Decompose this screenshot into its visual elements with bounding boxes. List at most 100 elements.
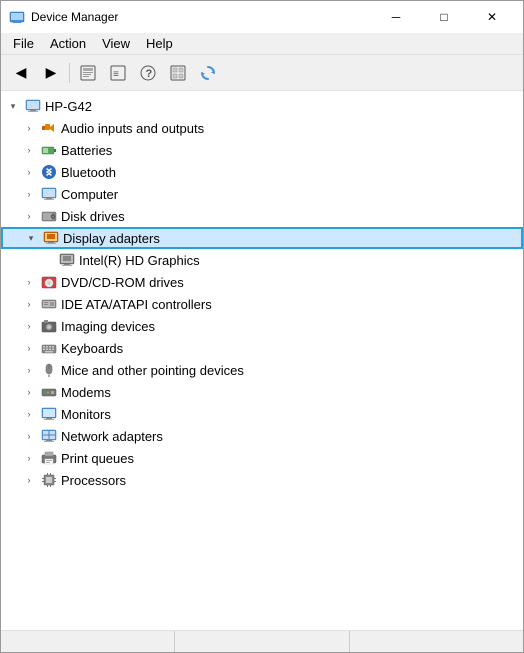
- processors-icon: [41, 472, 57, 488]
- network-icon: [41, 428, 57, 444]
- status-section-1: [1, 631, 175, 652]
- title-bar: Device Manager ─ □ ✕: [1, 1, 523, 33]
- monitors-icon: [41, 406, 57, 422]
- audio-icon: [41, 120, 57, 136]
- root-expander[interactable]: ▾: [5, 98, 21, 114]
- tree-item-imaging[interactable]: › Imaging devices: [1, 315, 523, 337]
- update-icon: ≡: [110, 65, 126, 81]
- processors-expander[interactable]: ›: [21, 472, 37, 488]
- intel-icon: [59, 252, 75, 268]
- tree-item-ide[interactable]: › IDE ATA/ATAPI controllers: [1, 293, 523, 315]
- svg-text:?: ?: [146, 68, 153, 80]
- print-expander[interactable]: ›: [21, 450, 37, 466]
- computer-icon: [25, 98, 41, 114]
- tree-item-bluetooth[interactable]: › Bluetooth: [1, 161, 523, 183]
- imaging-icon: [41, 318, 57, 334]
- maximize-button[interactable]: □: [421, 1, 467, 33]
- menu-bar: File Action View Help: [1, 33, 523, 55]
- disk-icon: [41, 208, 57, 224]
- dvd-label: DVD/CD-ROM drives: [61, 275, 184, 290]
- display-expander[interactable]: ▾: [23, 230, 39, 246]
- window-title: Device Manager: [31, 10, 373, 24]
- bluetooth-label: Bluetooth: [61, 165, 116, 180]
- imaging-expander[interactable]: ›: [21, 318, 37, 334]
- status-section-3: [350, 631, 523, 652]
- keyboards-icon: [41, 340, 57, 356]
- intel-label: Intel(R) HD Graphics: [79, 253, 200, 268]
- tree-root[interactable]: ▾ HP-G42: [1, 95, 523, 117]
- monitors-expander[interactable]: ›: [21, 406, 37, 422]
- disk-label: Disk drives: [61, 209, 125, 224]
- mice-icon: [41, 362, 57, 378]
- properties-icon: [80, 65, 96, 81]
- display-label: Display adapters: [63, 231, 160, 246]
- menu-help[interactable]: Help: [138, 34, 181, 53]
- tree-item-network[interactable]: › Network adapters: [1, 425, 523, 447]
- tree-item-disk[interactable]: › Disk drives: [1, 205, 523, 227]
- tree-item-modems[interactable]: › Modems: [1, 381, 523, 403]
- audio-label: Audio inputs and outputs: [61, 121, 204, 136]
- keyboards-expander[interactable]: ›: [21, 340, 37, 356]
- help-icon: ?: [140, 65, 156, 81]
- refresh-icon: [200, 65, 216, 81]
- menu-view[interactable]: View: [94, 34, 138, 53]
- close-button[interactable]: ✕: [469, 1, 515, 33]
- toolbar: ◀ ▶ ≡ ?: [1, 55, 523, 91]
- menu-file[interactable]: File: [5, 34, 42, 53]
- computer-expander[interactable]: ›: [21, 186, 37, 202]
- ide-label: IDE ATA/ATAPI controllers: [61, 297, 212, 312]
- minimize-button[interactable]: ─: [373, 1, 419, 33]
- processors-label: Processors: [61, 473, 126, 488]
- imaging-label: Imaging devices: [61, 319, 155, 334]
- modems-expander[interactable]: ›: [21, 384, 37, 400]
- tree-item-display[interactable]: ▾ Display adapters: [1, 227, 523, 249]
- computer-label: Computer: [61, 187, 118, 202]
- app-icon: [9, 9, 25, 25]
- mice-label: Mice and other pointing devices: [61, 363, 244, 378]
- print-label: Print queues: [61, 451, 134, 466]
- tree-item-mice[interactable]: › Mice and other pointing devices: [1, 359, 523, 381]
- network-expander[interactable]: ›: [21, 428, 37, 444]
- menu-action[interactable]: Action: [42, 34, 94, 53]
- properties-button[interactable]: [74, 59, 102, 87]
- dvd-icon: [41, 274, 57, 290]
- back-button[interactable]: ◀: [7, 59, 35, 87]
- refresh-button[interactable]: [194, 59, 222, 87]
- keyboards-label: Keyboards: [61, 341, 123, 356]
- batteries-icon: [41, 142, 57, 158]
- device-tree[interactable]: ▾ HP-G42 › Audio i: [1, 91, 523, 630]
- tree-item-dvd[interactable]: › DVD/CD-ROM drives: [1, 271, 523, 293]
- tree-item-batteries[interactable]: › Batteries: [1, 139, 523, 161]
- tree-item-monitors[interactable]: › Monitors: [1, 403, 523, 425]
- batteries-label: Batteries: [61, 143, 112, 158]
- device-manager-window: Device Manager ─ □ ✕ File Action View He…: [0, 0, 524, 653]
- tree-item-audio[interactable]: › Audio inputs and outputs: [1, 117, 523, 139]
- bluetooth-icon: [41, 164, 57, 180]
- update-button[interactable]: ≡: [104, 59, 132, 87]
- scan-button[interactable]: [164, 59, 192, 87]
- ide-expander[interactable]: ›: [21, 296, 37, 312]
- window-controls: ─ □ ✕: [373, 1, 515, 33]
- modems-label: Modems: [61, 385, 111, 400]
- disk-expander[interactable]: ›: [21, 208, 37, 224]
- modems-icon: [41, 384, 57, 400]
- forward-button[interactable]: ▶: [37, 59, 65, 87]
- tree-item-print[interactable]: › Print queues: [1, 447, 523, 469]
- batteries-expander[interactable]: ›: [21, 142, 37, 158]
- bluetooth-expander[interactable]: ›: [21, 164, 37, 180]
- audio-expander[interactable]: ›: [21, 120, 37, 136]
- tree-item-intel[interactable]: › Intel(R) HD Graphics: [1, 249, 523, 271]
- scan-icon: [170, 65, 186, 81]
- tree-item-processors[interactable]: › Processors: [1, 469, 523, 491]
- print-icon: [41, 450, 57, 466]
- tree-item-computer[interactable]: › Computer: [1, 183, 523, 205]
- root-label: HP-G42: [45, 99, 92, 114]
- computer-icon-2: [41, 186, 57, 202]
- toolbar-separator-1: [69, 63, 70, 83]
- tree-item-keyboards[interactable]: › Keyboards: [1, 337, 523, 359]
- help-button[interactable]: ?: [134, 59, 162, 87]
- dvd-expander[interactable]: ›: [21, 274, 37, 290]
- mice-expander[interactable]: ›: [21, 362, 37, 378]
- status-section-2: [175, 631, 349, 652]
- ide-icon: [41, 296, 57, 312]
